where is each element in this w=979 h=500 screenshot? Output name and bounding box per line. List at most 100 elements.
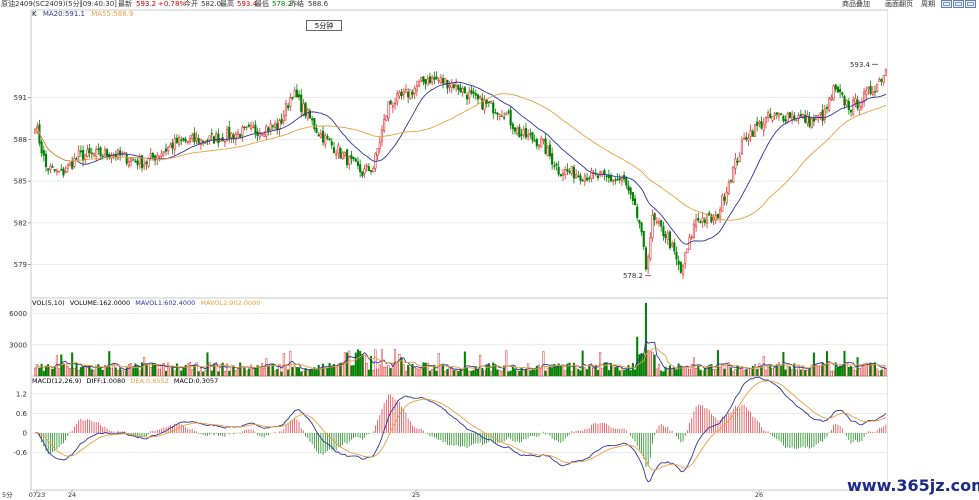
volume-bar [697, 364, 700, 377]
volume-bar [821, 362, 824, 377]
volume-bar [481, 367, 484, 377]
candle-body [463, 87, 466, 94]
volume-bar [601, 368, 604, 377]
candle-body [448, 85, 451, 88]
volume-bar [101, 369, 104, 377]
candle-body [378, 141, 381, 149]
ma20-line [34, 81, 887, 245]
candle-body [516, 128, 519, 135]
volume-bar [712, 368, 715, 377]
candle-body [345, 149, 349, 166]
volume-bar [871, 364, 874, 377]
candle-body [616, 179, 619, 181]
candle-body [699, 221, 702, 224]
candle-body [849, 109, 853, 113]
candle-body [361, 171, 364, 177]
candle-body [647, 256, 650, 270]
volume-bar [658, 364, 661, 377]
candle-body [311, 118, 314, 121]
candle-body [535, 139, 538, 147]
candle-body [413, 87, 416, 95]
volume-bar [241, 366, 244, 377]
candle-body [158, 155, 161, 158]
candle-body [426, 78, 429, 86]
candle-body [459, 87, 462, 93]
volume-bar [653, 354, 656, 377]
candle-body [127, 161, 130, 166]
volume-bar [428, 370, 431, 377]
volume-bar [407, 365, 410, 377]
volume-bar [500, 370, 503, 377]
candle-body [173, 138, 176, 150]
candle-body [267, 127, 270, 132]
candle-body [749, 129, 752, 137]
volume-bar [673, 367, 676, 377]
candlestick-chart: 591 588 585 582 579 6000 3000 1.2 0.6 0 -0.6 593.4 5… [2, 9, 979, 499]
volume-bar [588, 365, 591, 377]
volume-bar [682, 366, 685, 377]
volume-bar [540, 368, 543, 377]
candle-body [380, 129, 384, 142]
candle-body [638, 220, 641, 224]
volume-bar [295, 367, 298, 377]
mavol2-value: MAVOL2:902.0000 [200, 299, 261, 307]
volume-bar [287, 369, 290, 377]
candle-body [527, 134, 530, 137]
candle-body [393, 103, 397, 105]
volume-bar [92, 370, 96, 377]
volume-bar [505, 350, 508, 377]
volume-bar [860, 365, 863, 377]
volume-bar [551, 367, 554, 377]
candle-body [193, 132, 196, 143]
candle-body [542, 139, 545, 142]
volume-bar [317, 364, 320, 377]
candle-body [845, 100, 848, 106]
volume-bar [149, 367, 152, 377]
volume-bar [457, 371, 460, 377]
volume-bar [849, 366, 853, 377]
volume-bar [522, 369, 525, 377]
x-tick-label: 26 [755, 491, 763, 499]
volume-bar [516, 370, 519, 377]
volume-bar [202, 371, 205, 377]
candle-body [164, 148, 168, 152]
dea-value: DEA:0.8552 [130, 377, 169, 385]
volume-bar [191, 369, 194, 377]
candle-body [188, 138, 192, 142]
candle-body [136, 160, 139, 166]
volume-bar [378, 364, 381, 377]
volume-bar [409, 367, 412, 377]
candle-body [66, 164, 69, 169]
candle-body [145, 161, 148, 164]
candle-body [585, 177, 589, 181]
candle-body [147, 157, 150, 167]
candle-body [241, 126, 244, 136]
candle-body [712, 217, 715, 220]
price-tick-label: 579 [14, 261, 27, 269]
diff-value: DIFF:1.0080 [86, 377, 126, 385]
candle-body [773, 113, 776, 116]
candle-body [160, 153, 163, 157]
volume-bar [854, 370, 857, 377]
candle-body [297, 94, 301, 98]
candle-body [350, 155, 353, 159]
price-tick-label: 591 [14, 94, 27, 102]
candle-body [455, 82, 458, 87]
candle-body [660, 220, 663, 227]
candle-body [677, 260, 680, 265]
volume-bar [799, 369, 802, 377]
candle-body [184, 138, 187, 142]
volume-bar [671, 368, 674, 377]
volume-bar [466, 367, 469, 377]
volume-bar [570, 371, 573, 377]
volume-bar [234, 370, 237, 377]
candle-body [675, 251, 678, 260]
candle-body [73, 158, 76, 167]
x-tick-label: 24 [68, 491, 76, 499]
volume-bar [714, 369, 717, 377]
volume-bar [745, 369, 748, 377]
candle-body [671, 243, 674, 247]
volume-bar [577, 368, 580, 377]
candle-body [557, 166, 560, 175]
candle-body [858, 105, 861, 111]
